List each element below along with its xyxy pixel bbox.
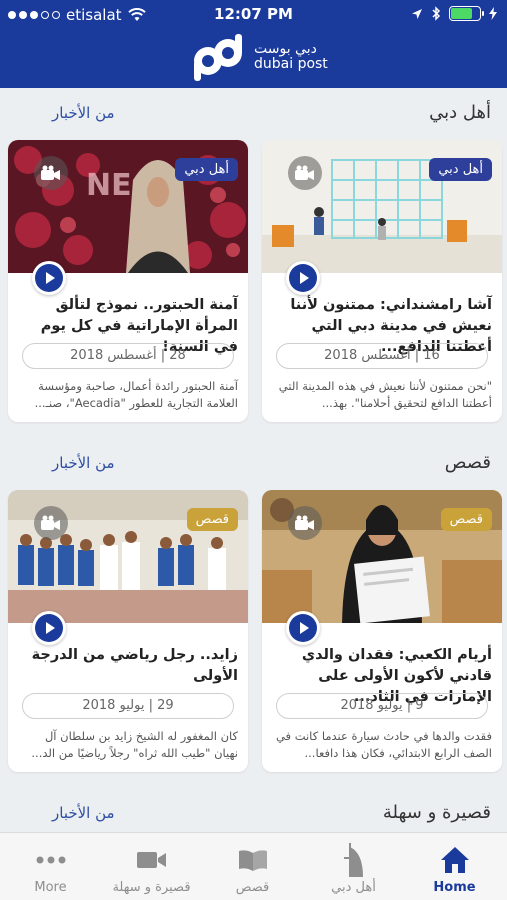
more-dots-icon	[0, 843, 101, 877]
tab-more[interactable]: More	[0, 833, 101, 900]
video-camera-icon	[34, 156, 68, 190]
location-arrow-icon	[412, 8, 422, 19]
card-excerpt: "نحن ممتنون لأننا نعيش في هذه المدينة ال…	[278, 379, 492, 411]
tab-label: Home	[433, 880, 476, 895]
more-news-link[interactable]: من الأخبار	[52, 454, 115, 472]
section-header-ahl-dubai: أهل دبي من الأخبار	[0, 102, 507, 132]
category-badge: قصص	[440, 508, 492, 531]
section-title: أهل دبي	[429, 102, 491, 123]
news-card[interactable]: قصص أريام الكعبي: فقدان والدي قادني لأكو…	[262, 490, 502, 772]
tab-label: More	[34, 880, 67, 895]
home-icon	[404, 843, 505, 877]
card-title: زايد.. رجل رياضي من الدرجة الأولى	[31, 647, 238, 685]
charging-bolt-icon	[489, 7, 497, 20]
burj-al-arab-icon	[303, 843, 404, 877]
play-button[interactable]	[32, 611, 66, 645]
section-header-stories: قصص من الأخبار	[0, 452, 507, 482]
card-thumbnail: NE أهل دبي	[8, 140, 248, 273]
tab-short-and-easy[interactable]: قصيرة و سهلة	[101, 833, 202, 900]
card-excerpt: فقدت والدها في حادث سيارة عندما كانت في …	[275, 729, 492, 761]
play-button[interactable]	[286, 611, 320, 645]
logo-arabic-text: دبي بوست	[254, 41, 317, 58]
top-bar: etisalat 12:07 PM دبي بوست dubai post	[0, 0, 507, 88]
news-card[interactable]: أهل دبي آشا رامشنداني: ممتنون لأننا نعيش…	[262, 140, 502, 422]
category-badge: قصص	[186, 508, 238, 531]
tab-label: أهل دبي	[331, 880, 376, 895]
card-thumbnail: قصص	[262, 490, 502, 623]
video-camera-icon	[288, 156, 322, 190]
card-excerpt: كان المغفور له الشيخ زايد بن سلطان آل نه…	[31, 729, 238, 761]
card-thumbnail: قصص	[8, 490, 248, 623]
section-title: قصيرة و سهلة	[382, 802, 491, 823]
card-excerpt: آمنة الحبتور رائدة أعمال، صاحبة ومؤسسة ا…	[34, 379, 238, 411]
battery-icon	[449, 6, 484, 21]
tab-label: قصص	[235, 880, 270, 895]
tab-home[interactable]: Home	[404, 833, 505, 900]
card-date: 9 | يوليو 2018	[276, 693, 488, 719]
tab-ahl-dubai[interactable]: أهل دبي	[303, 833, 404, 900]
section-title: قصص	[444, 452, 491, 473]
play-button[interactable]	[286, 261, 320, 295]
logo-english-text: dubai post	[254, 56, 328, 72]
more-news-link[interactable]: من الأخبار	[52, 104, 115, 122]
status-bar: etisalat 12:07 PM	[0, 0, 507, 30]
card-date: 29 | يوليو 2018	[22, 693, 234, 719]
card-date: 16 | أغسطس 2018	[276, 343, 488, 369]
video-camera-icon	[288, 506, 322, 540]
video-camera-icon	[34, 506, 68, 540]
bottom-tab-bar: More قصيرة و سهلة قصص أهل دبي Home	[0, 832, 507, 900]
svg-text:NE: NE	[86, 168, 132, 203]
open-book-icon	[202, 843, 303, 877]
card-date: 28 | أغسطس 2018	[22, 343, 234, 369]
news-card[interactable]: قصص زايد.. رجل رياضي من الدرجة الأولى 29…	[8, 490, 248, 772]
card-thumbnail: أهل دبي	[262, 140, 502, 273]
more-news-link[interactable]: من الأخبار	[52, 804, 115, 822]
section-header-short-and-easy: قصيرة و سهلة من الأخبار	[0, 802, 507, 832]
category-badge: أهل دبي	[429, 158, 492, 181]
play-button[interactable]	[32, 261, 66, 295]
news-card[interactable]: NE أهل دبي آمنة الحبتور.. نموذج لتألق ال…	[8, 140, 248, 422]
bluetooth-icon	[432, 6, 441, 21]
tab-stories[interactable]: قصص	[202, 833, 303, 900]
category-badge: أهل دبي	[175, 158, 238, 181]
dubai-post-logo: دبي بوست dubai post	[190, 31, 328, 83]
dubai-post-logo-mark	[194, 34, 242, 81]
tab-label: قصيرة و سهلة	[112, 880, 191, 895]
video-camera-icon	[101, 843, 202, 877]
